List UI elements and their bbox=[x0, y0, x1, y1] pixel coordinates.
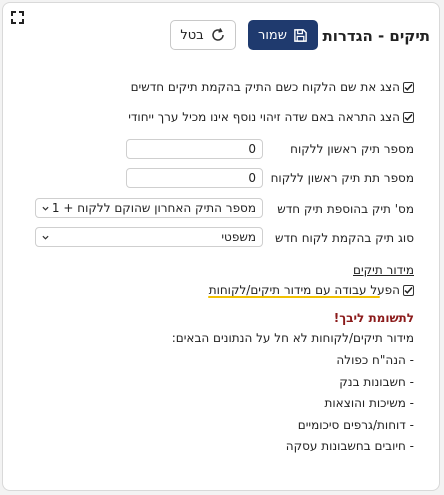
option-label: הצג את שם הלקוח כשם התיק בהקמת תיקים חדש… bbox=[130, 80, 400, 94]
checkbox-checked[interactable] bbox=[403, 284, 414, 296]
first-subfile-input[interactable] bbox=[126, 168, 263, 188]
save-icon bbox=[294, 28, 307, 42]
file-no-select-value: מספר התיק האחרון שהוקם ללקוח + 1 bbox=[51, 201, 256, 215]
note-item: - חיובים בחשבונות עסקה bbox=[285, 439, 414, 453]
checkbox-checked[interactable] bbox=[403, 111, 414, 123]
expand-icon[interactable] bbox=[11, 11, 24, 24]
note-item: - הנה"ח כפולה bbox=[336, 353, 414, 367]
first-file-input[interactable] bbox=[126, 139, 263, 159]
option-client-name-as-file[interactable]: הצג את שם הלקוח כשם התיק בהקמת תיקים חדש… bbox=[131, 80, 414, 94]
save-label: שמור bbox=[258, 27, 287, 43]
file-no-select[interactable]: מספר התיק האחרון שהוקם ללקוח + 1 bbox=[35, 198, 263, 218]
first-subfile-label: מספר תת תיק ראשון ללקוח bbox=[270, 171, 414, 185]
cancel-label: בטל bbox=[180, 27, 204, 43]
cancel-button[interactable]: בטל bbox=[170, 20, 236, 50]
chevron-down-icon bbox=[42, 206, 49, 211]
note-item: - חשבונות בנק bbox=[339, 375, 414, 389]
tagging-section-title: מידור תיקים bbox=[353, 263, 414, 277]
file-type-label: סוג תיק בהקמת לקוח חדש bbox=[274, 231, 414, 245]
chevron-down-icon bbox=[42, 235, 49, 240]
first-file-label: מספר תיק ראשון ללקוח bbox=[290, 142, 414, 156]
page-title: תיקים - הגדרות bbox=[322, 27, 431, 45]
note-item: - דוחות/גרפים סיכומיים bbox=[297, 418, 414, 432]
option-label: הפעל עבודה עם מידור תיקים/לקוחות bbox=[208, 283, 400, 297]
note-title: לתשומת ליבך! bbox=[333, 311, 414, 325]
note-intro: מידור תיקים/לקוחות לא חל על הנתונים הבאי… bbox=[171, 331, 414, 345]
file-no-label: מס' תיק בהוספת תיק חדש bbox=[277, 202, 414, 216]
file-type-select-value: משפטי bbox=[221, 230, 256, 244]
undo-icon bbox=[211, 28, 224, 41]
option-enable-tagging[interactable]: הפעל עבודה עם מידור תיקים/לקוחות bbox=[209, 283, 414, 297]
note-item: - משיכות והוצאות bbox=[324, 396, 414, 410]
save-button[interactable]: שמור bbox=[248, 20, 318, 50]
file-type-select[interactable]: משפטי bbox=[35, 227, 263, 247]
checkbox-checked[interactable] bbox=[403, 81, 414, 93]
highlight-underline bbox=[208, 296, 380, 298]
option-label: הצג התראה באם שדה זיהוי נוסף אינו מכיל ע… bbox=[128, 110, 400, 124]
option-warn-nonunique-id[interactable]: הצג התראה באם שדה זיהוי נוסף אינו מכיל ע… bbox=[128, 110, 414, 124]
